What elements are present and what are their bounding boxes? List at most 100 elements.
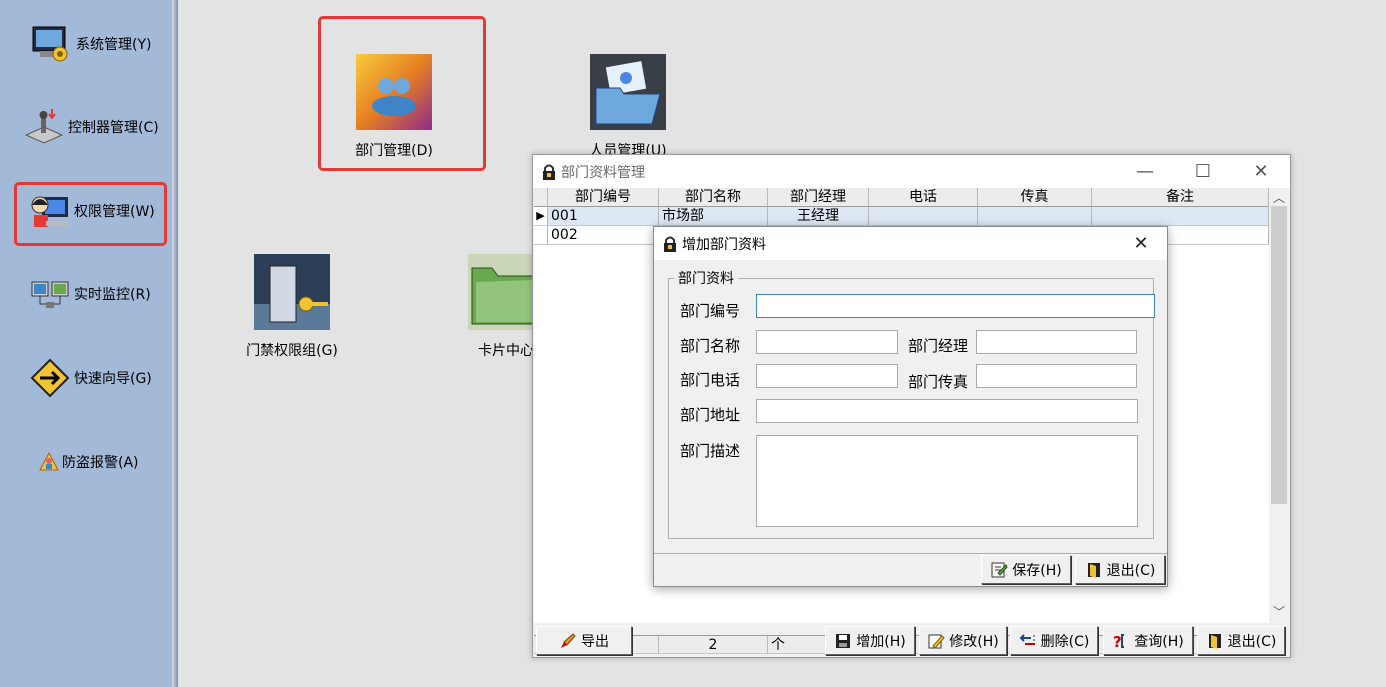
address-label: 部门地址 [680,406,741,424]
add-dept-dialog: 增加部门资料 ✕ 部门资料 部门编号 部门名称 部门经理 部门电话 部门传真 部… [653,226,1168,587]
sidebar-item-monitor[interactable]: 实时监控(R) [28,274,151,314]
row-indicator: ▶ [534,207,548,226]
table-header: 部门编号 部门名称 部门经理 电话 传真 备注 [534,188,1269,207]
scroll-down-icon[interactable]: ﹀ [1269,604,1289,620]
sidebar-item-system[interactable]: 系统管理(Y) [30,24,151,64]
vertical-scrollbar[interactable]: ︿ ﹀ [1269,188,1289,623]
exit-button[interactable]: 退出(C) [1075,555,1165,584]
table-cell[interactable] [978,207,1092,226]
row-indicator [534,226,548,245]
sidebar-item-label: 实时监控(R) [74,287,151,303]
code-label: 部门编号 [680,302,741,320]
column-header[interactable]: 电话 [869,188,978,207]
table-cell[interactable]: 002 [548,226,659,245]
sidebar-item-alarm[interactable]: 防盗报警(A) [38,442,139,482]
monitor-network-icon [31,281,69,308]
table-cell[interactable] [869,207,978,226]
title-bar[interactable]: 部门资料管理 — ☐ ✕ [533,155,1290,188]
exit-door-icon [1208,633,1221,649]
dept-description-textarea[interactable] [756,435,1138,527]
manager-label: 部门经理 [908,337,969,355]
save-document-icon [991,562,1008,577]
phone-label: 部门电话 [680,371,741,389]
maximize-button[interactable]: ☐ [1174,155,1232,188]
column-header[interactable]: 部门名称 [659,188,768,207]
edit-document-icon [928,634,945,649]
highlight-box [14,182,167,246]
button-label: 退出(C) [1106,562,1156,579]
table-cell[interactable]: 001 [548,207,659,226]
dialog-title: 增加部门资料 [682,236,766,253]
lock-icon [543,164,555,180]
dept-name-input[interactable] [756,330,898,354]
edit-button[interactable]: 修改(H) [919,626,1007,655]
add-button[interactable]: 增加(H) [825,626,915,655]
sidebar-item-label: 防盗报警(A) [62,455,139,471]
separator [654,553,1167,554]
desktop-icon-access-group[interactable]: 门禁权限组(G) [240,254,344,360]
desktop-icon-personnel[interactable]: 人员管理(U) [576,54,680,160]
save-button[interactable]: 保存(H) [981,555,1071,584]
department-people-icon [356,54,432,130]
rocket-icon [561,632,576,648]
table-cell[interactable] [1092,207,1269,226]
save-disk-icon [836,633,851,648]
button-label: 查询(H) [1134,633,1184,650]
door-key-icon [254,254,330,330]
scroll-thumb[interactable] [1271,206,1287,504]
footer-count: 2 [659,635,768,654]
dept-fax-input[interactable] [976,364,1137,388]
sidebar-item-label: 系统管理(Y) [76,37,152,53]
fax-label: 部门传真 [908,373,969,391]
minimize-button[interactable]: — [1116,155,1174,188]
delete-arrows-icon [1019,633,1035,647]
exit-button[interactable]: 退出(C) [1197,626,1285,655]
person-folder-icon [590,54,666,130]
table-row[interactable]: ▶ 001 市场部 王经理 [534,207,1269,226]
button-label: 导出 [581,633,609,650]
dept-manager-input[interactable] [976,330,1137,354]
row-indicator-header [534,188,548,207]
column-header[interactable]: 部门经理 [768,188,869,207]
desktop-icon-label: 门禁权限组(G) [246,343,338,359]
group-label: 部门资料 [674,268,738,288]
button-label: 删除(C) [1040,633,1090,650]
delete-button[interactable]: 删除(C) [1010,626,1098,655]
desktop-icon-label: 部门管理(D) [355,143,433,159]
desktop-icon-department[interactable]: 部门管理(D) [342,54,446,160]
description-label: 部门描述 [680,442,741,460]
dept-address-input[interactable] [756,399,1138,423]
title-bar[interactable]: 增加部门资料 ✕ [654,227,1167,260]
column-header[interactable]: 部门编号 [548,188,659,207]
column-header[interactable]: 备注 [1092,188,1269,207]
computer-settings-icon [32,26,68,62]
arrow-diamond-icon [30,358,70,398]
alarm-person-icon [39,451,59,471]
close-button[interactable]: ✕ [1115,227,1167,260]
button-label: 修改(H) [949,633,999,650]
desktop-icon-label: 卡片中心 [478,343,534,359]
controller-joystick-icon [24,109,64,144]
table-cell[interactable]: 市场部 [659,207,768,226]
scroll-up-icon[interactable]: ︿ [1269,190,1289,206]
sidebar-splitter[interactable] [172,0,178,687]
query-button[interactable]: ? 查询(H) [1103,626,1193,655]
button-label: 退出(C) [1227,633,1277,650]
dept-phone-input[interactable] [756,364,898,388]
sidebar-item-controller[interactable]: 控制器管理(C) [22,107,159,147]
exit-door-icon [1087,562,1100,578]
close-button[interactable]: ✕ [1232,155,1290,188]
query-icon: ? [1113,633,1125,650]
dept-code-input[interactable] [756,294,1155,318]
name-label: 部门名称 [680,337,741,355]
table-cell[interactable]: 王经理 [768,207,869,226]
export-button[interactable]: 导出 [536,626,632,655]
sidebar-item-wizard[interactable]: 快速向导(G) [28,358,152,398]
window-title: 部门资料管理 [561,164,645,181]
column-header[interactable]: 传真 [978,188,1092,207]
lock-icon [664,236,676,252]
button-label: 增加(H) [856,633,906,650]
sidebar-item-label: 控制器管理(C) [68,120,159,136]
svg-text:?: ? [1113,633,1122,650]
sidebar-item-label: 快速向导(G) [74,371,152,387]
